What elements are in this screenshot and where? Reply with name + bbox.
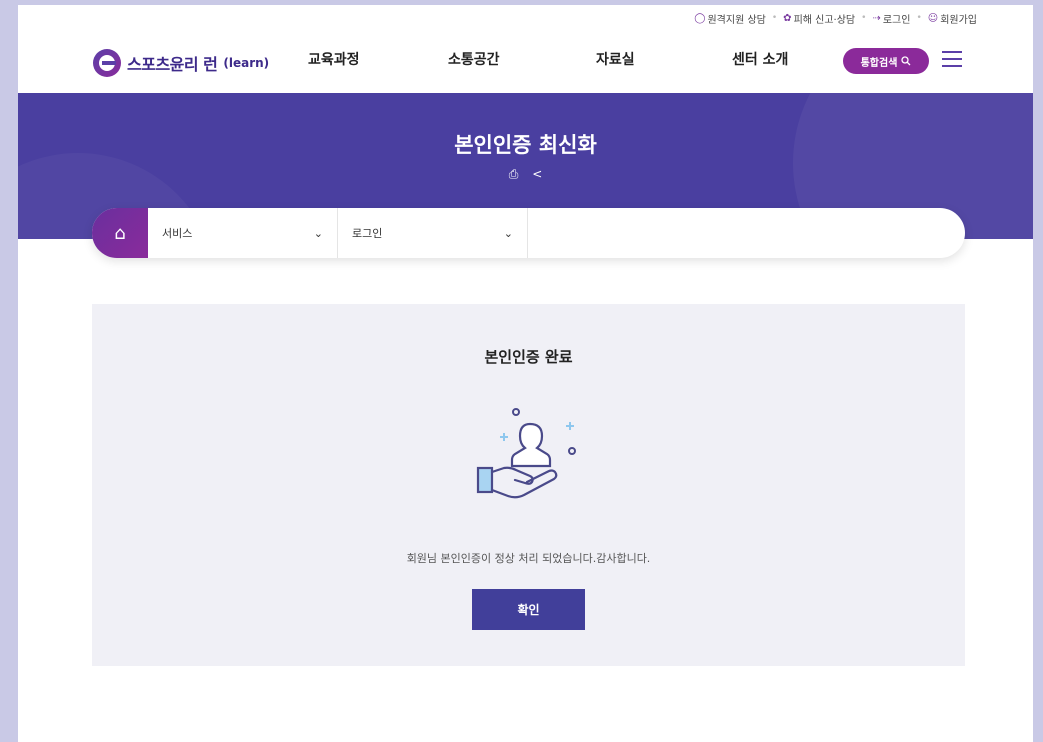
banner-tools: ⎙ < [18,167,1033,182]
logo-text: 스포츠윤리 런 [127,55,218,74]
nav-courses[interactable]: 교육과정 [308,49,448,69]
remote-support-label: 원격지원 상담 [707,14,766,26]
nav-library[interactable]: 자료실 [596,49,732,69]
share-icon[interactable]: < [532,167,542,181]
hamburger-menu-icon[interactable] [942,51,962,67]
remote-support-link[interactable]: ◯ 원격지원 상담 [694,11,766,26]
confirmation-message: 회원님 본인인증이 정상 처리 되었습니다.감사합니다. [406,552,651,565]
search-label: 통합검색 [860,57,898,69]
header: 스포츠윤리 런 (learn) 교육과정 소통공간 자료실 센터 소개 통합검색 [18,31,1033,93]
login-link[interactable]: ⇢ 로그인 [872,11,910,26]
main-nav: 교육과정 소통공간 자료실 센터 소개 [308,49,852,69]
logo-sub: (learn) [223,56,270,70]
breadcrumb-level2-label: 로그인 [352,227,383,240]
nav-about[interactable]: 센터 소개 [732,49,852,69]
breadcrumb: ⌂ 서비스 ⌄ 로그인 ⌄ [92,208,965,258]
breadcrumb-level1-label: 서비스 [162,227,193,240]
utility-bar: ◯ 원격지원 상담 • ✿ 피해 신고·상담 • ⇢ 로그인 • ☺ 회원가입 [18,5,1033,31]
chevron-down-icon: ⌄ [503,226,513,240]
flower-icon: ✿ [783,12,792,24]
verification-panel: 본인인증 완료 회원님 본인인증이 정상 처리 되었습니다.감사합니다. 확인 [92,304,965,666]
site-logo[interactable]: 스포츠윤리 런 (learn) [93,49,269,77]
breadcrumb-level1-select[interactable]: 서비스 ⌄ [148,208,338,258]
home-icon[interactable]: ⌂ [92,208,148,258]
divider: • [771,13,778,23]
divider: • [861,13,867,23]
page: ◯ 원격지원 상담 • ✿ 피해 신고·상담 • ⇢ 로그인 • ☺ 회원가입 … [18,5,1033,742]
print-icon[interactable]: ⎙ [509,167,519,181]
join-label: 회원가입 [940,14,977,26]
panel-title: 본인인증 완료 [484,348,573,366]
confirm-button[interactable]: 확인 [472,589,585,630]
login-icon: ⇢ [872,12,881,24]
breadcrumb-level2-select[interactable]: 로그인 ⌄ [338,208,528,258]
join-link[interactable]: ☺ 회원가입 [928,11,977,26]
logo-icon [93,49,121,77]
chevron-down-icon: ⌄ [313,226,323,240]
report-link[interactable]: ✿ 피해 신고·상담 [783,11,855,26]
page-title: 본인인증 최신화 [454,133,597,157]
report-label: 피해 신고·상담 [793,14,856,26]
hand-user-icon [476,408,576,499]
headset-icon: ◯ [694,12,706,24]
search-button[interactable]: 통합검색 [843,48,929,74]
divider: • [916,13,922,23]
login-label: 로그인 [882,14,911,26]
nav-community[interactable]: 소통공간 [448,49,596,69]
search-icon [901,56,911,66]
user-icon: ☺ [927,12,939,24]
